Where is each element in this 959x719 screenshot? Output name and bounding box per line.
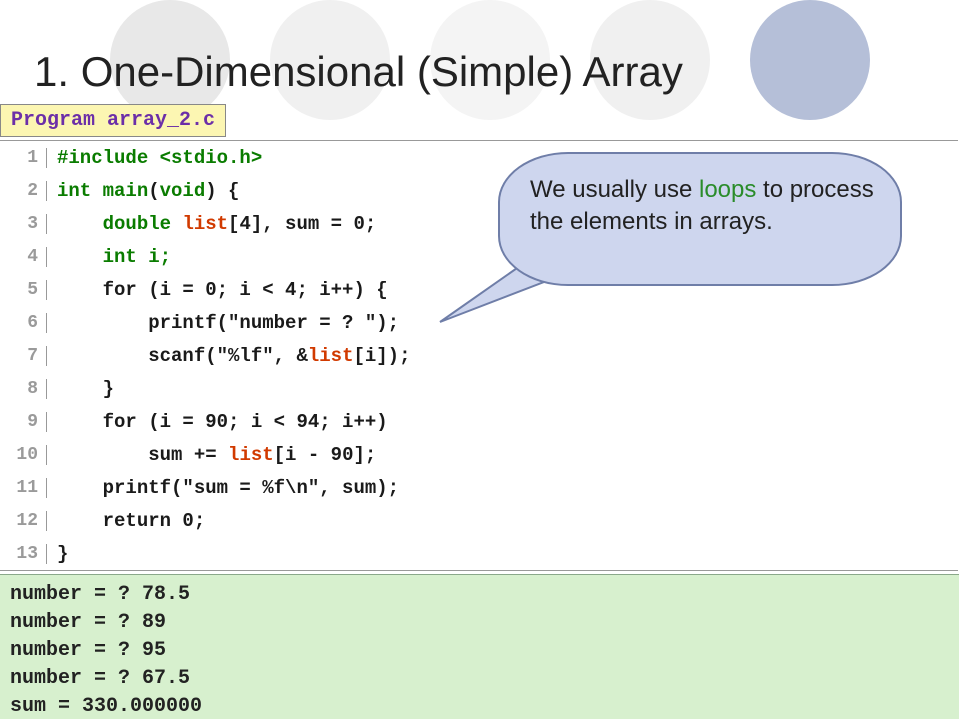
code-text: list [182,213,228,235]
code-line: 11 printf("sum = %f\n", sum); [0,471,958,504]
line-number: 3 [0,214,47,234]
code-text: for (i = 90; i < 94; i++) [103,411,388,433]
code-text: [4], sum = 0; [228,213,376,235]
line-number: 5 [0,280,47,300]
code-text: [i]); [353,345,410,367]
output-line: sum = 330.000000 [10,693,959,719]
line-number: 12 [0,511,47,531]
code-text: list [228,444,274,466]
indent [57,510,103,532]
code-text: printf("sum = %f\n", sum); [103,477,399,499]
callout-pre: We usually use [530,176,699,203]
indent [57,411,103,433]
output-line: number = ? 78.5 [10,581,959,609]
code-text: } [103,378,114,400]
code-text: printf("number = ? "); [148,312,399,334]
code-text: int main [57,180,148,202]
indent [57,444,148,466]
code-line: 8 } [0,372,958,405]
program-filename-box: Program array_2.c [0,104,226,137]
line-number: 7 [0,346,47,366]
line-number: 2 [0,181,47,201]
code-text: for (i = 0; i < 4; i++) { [103,279,388,301]
output-line: number = ? 67.5 [10,665,959,693]
code-line: 10 sum += list[i - 90]; [0,438,958,471]
code-line: 13 } [0,537,958,570]
code-line: 7 scanf("%lf", &list[i]); [0,339,958,372]
indent [57,279,103,301]
line-number: 11 [0,478,47,498]
indent [57,246,103,268]
indent [57,213,103,235]
line-number: 9 [0,412,47,432]
slide-title: 1. One-Dimensional (Simple) Array [34,48,683,96]
line-number: 13 [0,544,47,564]
program-output: number = ? 78.5 number = ? 89 number = ?… [0,574,959,719]
line-number: 6 [0,313,47,333]
decor-circle [750,0,870,120]
code-text: void [160,180,206,202]
code-text: #include <stdio.h> [57,147,262,169]
code-line: 12 return 0; [0,504,958,537]
indent [57,345,148,367]
callout-loops: loops [699,176,756,203]
code-text: ( [148,180,159,202]
indent [57,312,148,334]
code-text: double [103,213,183,235]
code-text: ) { [205,180,239,202]
output-line: number = ? 95 [10,637,959,665]
callout-text: We usually use loops to process the elem… [530,174,876,238]
callout-bubble: We usually use loops to process the elem… [498,152,902,286]
code-text: scanf("%lf", & [148,345,308,367]
output-line: number = ? 89 [10,609,959,637]
indent [57,378,103,400]
line-number: 4 [0,247,47,267]
code-text: [i - 90]; [274,444,377,466]
line-number: 8 [0,379,47,399]
code-line: 9 for (i = 90; i < 94; i++) [0,405,958,438]
slide: 1. One-Dimensional (Simple) Array Progra… [0,0,959,719]
code-text: int i; [103,246,171,268]
code-text: } [57,543,68,565]
code-text: return 0; [103,510,206,532]
line-number: 1 [0,148,47,168]
line-number: 10 [0,445,47,465]
indent [57,477,103,499]
code-text: list [308,345,354,367]
code-text: sum += [148,444,228,466]
